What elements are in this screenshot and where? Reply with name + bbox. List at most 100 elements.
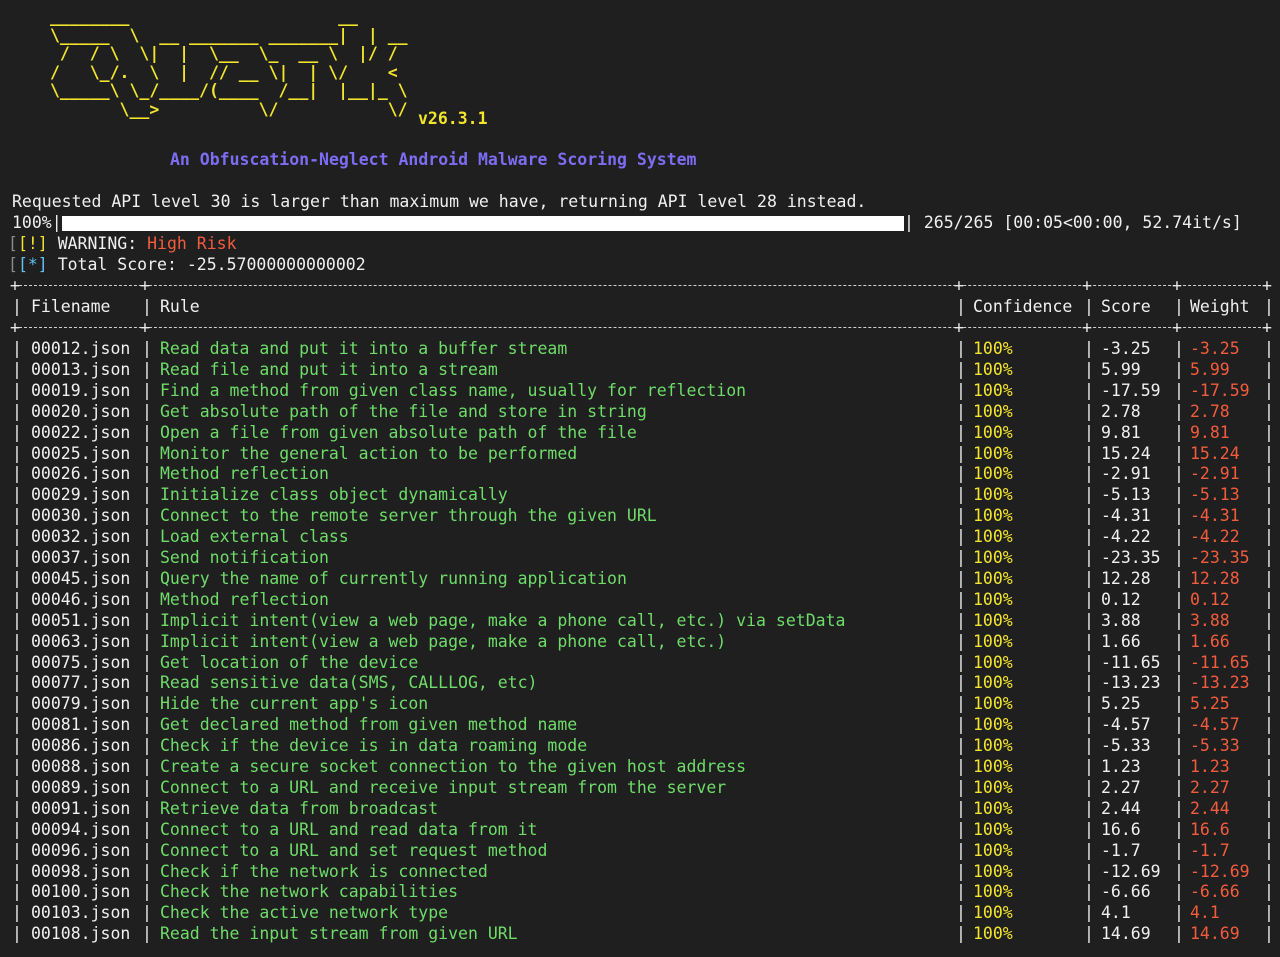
row-confidence: 100%	[973, 359, 1013, 379]
row-score: 9.81	[1101, 422, 1141, 442]
row-weight: -4.57	[1190, 715, 1240, 735]
row-score: 2.44	[1101, 798, 1141, 818]
row-weight: 5.25	[1190, 694, 1230, 714]
table-row: | | | | | | 00108.json Read the input stream fr…	[12, 924, 1274, 944]
app-subtitle: An Obfuscation-Neglect Android Malware S…	[170, 150, 697, 169]
row-weight: 1.66	[1190, 631, 1230, 651]
row-rule: Connect to a URL and receive input strea…	[160, 777, 727, 797]
row-score: 2.27	[1101, 777, 1141, 797]
row-filename: 00012.json	[31, 339, 131, 358]
row-weight: -3.25	[1190, 339, 1240, 358]
row-rule: Query the name of currently running appl…	[160, 568, 627, 588]
row-confidence: 100%	[973, 589, 1013, 609]
row-weight: 1.23	[1190, 757, 1230, 776]
table-row: | | | | | | 00022.json Open a file from given a…	[12, 422, 1274, 442]
table-row: | | | | | | 00089.json Connect to a URL and rec…	[12, 777, 1274, 797]
row-confidence: 100%	[973, 840, 1013, 860]
row-weight: 2.78	[1190, 401, 1230, 421]
row-weight: 5.99	[1190, 359, 1230, 379]
row-filename: 00020.json	[31, 401, 131, 421]
row-rule: Connect to the remote server through the…	[160, 506, 657, 526]
row-confidence: 100%	[973, 485, 1013, 505]
warning-label: WARNING:	[57, 234, 138, 253]
row-weight: 12.28	[1190, 568, 1240, 588]
row-score: -1.7	[1101, 840, 1141, 860]
row-score: 0.12	[1101, 589, 1141, 609]
risk-level: High Risk	[147, 234, 237, 253]
row-filename: 00108.json	[31, 924, 131, 944]
table-row: | | | | | | 00088.json Create a secure socket c…	[12, 757, 1274, 776]
row-filename: 00030.json	[31, 506, 131, 526]
row-confidence: 100%	[973, 339, 1013, 358]
row-score: 1.23	[1101, 757, 1141, 776]
row-weight: 15.24	[1190, 443, 1240, 463]
row-confidence: 100%	[973, 443, 1013, 463]
row-weight: -6.66	[1190, 882, 1240, 902]
row-rule: Connect to a URL and set request method	[160, 840, 548, 860]
row-filename: 00079.json	[31, 694, 131, 714]
row-rule: Initialize class object dynamically	[160, 485, 508, 505]
table-row: | | | | | | 00032.json Load external class 100% -…	[12, 527, 1274, 547]
table-row: | | | | | | 00026.json Method reflection 100% -2.…	[12, 464, 1274, 484]
row-weight: -17.59	[1190, 380, 1250, 400]
table-row: | | | | | | 00030.json Connect to the remote se…	[12, 506, 1274, 526]
row-weight: 3.88	[1190, 610, 1230, 630]
row-weight: 2.44	[1190, 798, 1230, 818]
row-filename: 00075.json	[31, 652, 131, 672]
row-confidence: 100%	[973, 736, 1013, 756]
quark-ascii-logo: ________ __ \_____ \ __ _______ _______|…	[50, 7, 408, 119]
row-score: 5.99	[1101, 359, 1141, 379]
total-score-label: Total Score:	[57, 255, 177, 274]
table-row: | | | | | | 00096.json Connect to a URL and set…	[12, 840, 1274, 860]
table-row: | | | | | | 00077.json Read sensitive data(SMS,…	[12, 673, 1274, 693]
row-score: 5.25	[1101, 694, 1141, 714]
row-filename: 00045.json	[31, 568, 131, 588]
row-confidence: 100%	[973, 422, 1013, 442]
row-weight: -11.65	[1190, 652, 1250, 672]
row-confidence: 100%	[973, 464, 1013, 484]
row-weight: 0.12	[1190, 589, 1230, 609]
row-rule: Check if the network is connected	[160, 861, 488, 881]
row-confidence: 100%	[973, 380, 1013, 400]
row-rule: Read sensitive data(SMS, CALLLOG, etc)	[160, 673, 538, 693]
table-row: | | | | | | 00094.json Connect to a URL and rea…	[12, 819, 1274, 839]
column-header-rule: Rule	[160, 297, 200, 316]
row-confidence: 100%	[973, 819, 1013, 839]
row-confidence: 100%	[973, 861, 1013, 881]
row-filename: 00025.json	[31, 443, 131, 463]
table-row: | | | | | | 00037.json Send notification 100% -23…	[12, 548, 1274, 567]
row-weight: 2.27	[1190, 777, 1230, 797]
row-filename: 00094.json	[31, 819, 131, 839]
row-rule: Method reflection	[160, 589, 329, 609]
table-row: | | | | | | 00045.json Query the name of curren…	[12, 568, 1274, 588]
row-confidence: 100%	[973, 715, 1013, 735]
row-weight: 14.69	[1190, 924, 1240, 944]
row-score: 15.24	[1101, 443, 1151, 463]
row-weight: 4.1	[1190, 903, 1220, 923]
row-confidence: 100%	[973, 568, 1013, 588]
row-weight: 16.6	[1190, 819, 1230, 839]
row-score: -4.57	[1101, 715, 1151, 735]
table-row: | | | | | | 00029.json Initialize class object …	[12, 485, 1274, 505]
row-confidence: 100%	[973, 694, 1013, 714]
row-filename: 00051.json	[31, 610, 131, 630]
row-rule: Get location of the device	[160, 652, 419, 672]
row-confidence: 100%	[973, 652, 1013, 672]
row-filename: 00089.json	[31, 777, 131, 797]
row-score: 3.88	[1101, 610, 1141, 630]
progress-percent: 100%|	[12, 213, 62, 232]
row-score: 4.1	[1101, 903, 1131, 923]
table-row: | | | | | | 00079.json Hide the current app's i…	[12, 694, 1274, 714]
row-filename: 00100.json	[31, 882, 131, 902]
row-score: -17.59	[1101, 380, 1161, 400]
row-filename: 00077.json	[31, 673, 131, 693]
row-rule: Get declared method from given method na…	[160, 715, 578, 735]
row-score: 2.78	[1101, 401, 1141, 421]
row-filename: 00013.json	[31, 359, 131, 379]
row-rule: Connect to a URL and read data from it	[160, 819, 538, 839]
row-filename: 00088.json	[31, 757, 131, 776]
row-rule: Read the input stream from given URL	[160, 924, 518, 944]
row-confidence: 100%	[973, 882, 1013, 902]
row-filename: 00098.json	[31, 861, 131, 881]
row-filename: 00081.json	[31, 715, 131, 735]
